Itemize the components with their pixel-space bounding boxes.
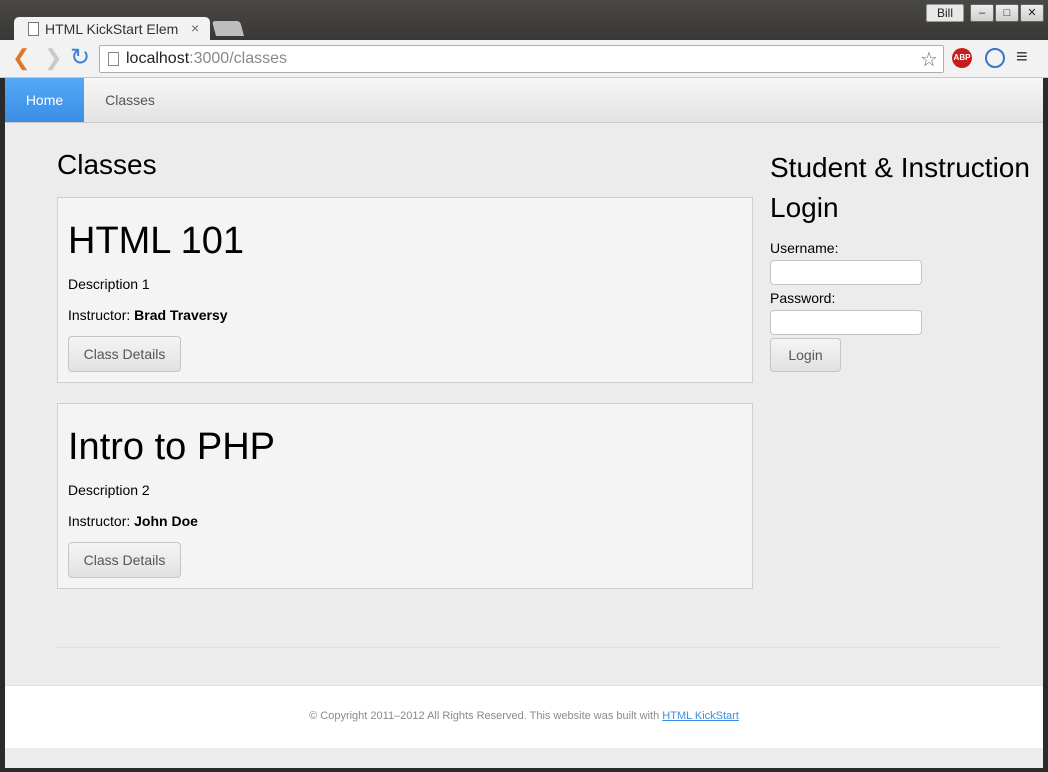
reload-icon[interactable]: ↻ [70,46,90,70]
new-tab-button[interactable] [211,21,245,36]
class-card: HTML 101 Description 1 Instructor: Brad … [57,197,753,383]
password-label: Password: [770,290,836,306]
maximize-button[interactable]: □ [995,4,1019,22]
tab-close-icon[interactable]: × [191,20,199,36]
instructor-name: Brad Traversy [134,307,228,323]
class-title: Intro to PHP [68,426,275,468]
menu-icon[interactable]: ≡ [1016,47,1028,67]
forward-icon[interactable]: ❯ [44,46,62,70]
window-titlebar: HTML KickStart Elem × Bill – □ ✕ [0,0,1048,41]
site-navbar: Home Classes [5,78,1043,123]
page-title: Classes [57,149,157,180]
close-window-button[interactable]: ✕ [1020,4,1044,22]
minimize-button[interactable]: – [970,4,994,22]
page-viewport: Home Classes Classes HTML 101 Descriptio… [5,78,1043,768]
class-instructor: Instructor: Brad Traversy [68,307,228,323]
kickstart-link[interactable]: HTML KickStart [662,710,739,722]
browser-tab[interactable]: HTML KickStart Elem × [14,17,210,41]
star-icon[interactable]: ☆ [920,47,938,72]
nav-item-home[interactable]: Home [5,78,84,122]
class-description: Description 2 [68,482,150,498]
footer: © Copyright 2011–2012 All Rights Reserve… [5,685,1043,748]
browser-toolbar: ❮ ❯ ↻ localhost:3000/classes ☆ ABP ≡ [0,40,1048,78]
login-heading: Student & Instruction Login [770,152,1030,223]
address-bar[interactable]: localhost:3000/classes ☆ [99,45,944,73]
password-input[interactable] [770,310,922,335]
url-text[interactable]: localhost:3000/classes [126,50,287,68]
class-details-button[interactable]: Class Details [68,542,181,578]
copyright-text: © Copyright 2011–2012 All Rights Reserve… [309,710,660,722]
url-host: localhost [126,50,190,67]
instructor-label: Instructor: [68,513,131,529]
class-details-button[interactable]: Class Details [68,336,181,372]
adblock-icon[interactable]: ABP [952,48,972,68]
tab-title: HTML KickStart Elem [45,21,179,37]
instructor-name: John Doe [134,513,198,529]
divider [57,647,999,648]
username-label: Username: [770,240,839,256]
class-title: HTML 101 [68,220,244,262]
page-icon [28,22,39,36]
extension-icon[interactable] [985,48,1005,68]
back-icon[interactable]: ❮ [12,46,30,70]
username-input[interactable] [770,260,922,285]
instructor-label: Instructor: [68,307,131,323]
class-instructor: Instructor: John Doe [68,513,198,529]
class-description: Description 1 [68,276,150,292]
footer-text: © Copyright 2011–2012 All Rights Reserve… [5,710,1043,722]
page-icon [108,52,119,66]
class-card: Intro to PHP Description 2 Instructor: J… [57,403,753,589]
profile-user-badge[interactable]: Bill [926,4,964,22]
login-button[interactable]: Login [770,338,841,372]
nav-item-classes[interactable]: Classes [84,78,176,122]
url-path: :3000/classes [189,50,287,67]
